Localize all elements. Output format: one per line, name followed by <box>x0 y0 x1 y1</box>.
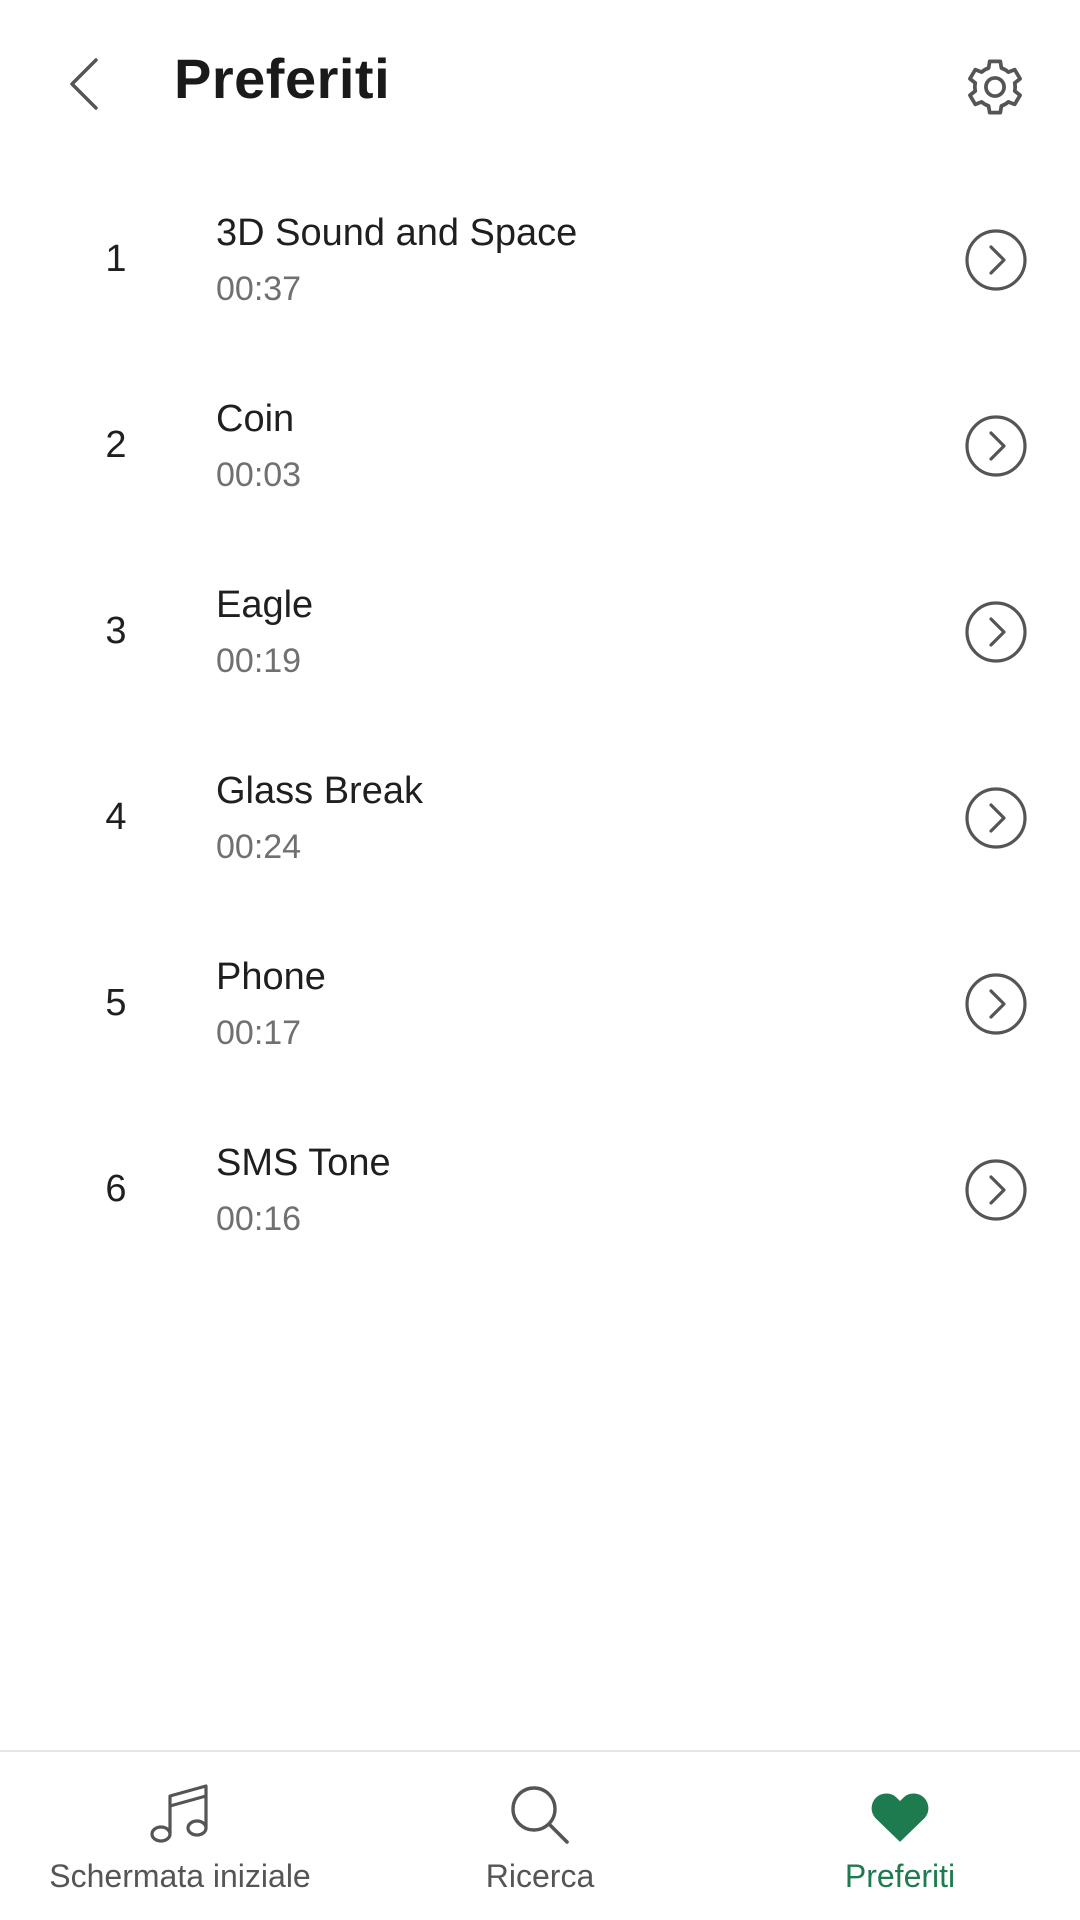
item-duration: 00:17 <box>216 1014 302 1052</box>
list-item[interactable]: 6 SMS Tone 00:16 <box>0 1116 1080 1302</box>
item-title: 3D Sound and Space <box>216 212 578 254</box>
music-note-icon <box>145 1780 215 1850</box>
nav-favorites[interactable]: Preferiti <box>760 1752 1040 1920</box>
nav-home[interactable]: Schermata iniziale <box>20 1752 340 1920</box>
gear-icon <box>968 59 1022 115</box>
item-index: 3 <box>105 610 127 652</box>
item-title: Coin <box>216 398 295 440</box>
chevron-right-circle-icon[interactable] <box>964 786 1028 850</box>
item-index: 1 <box>105 238 127 280</box>
settings-button[interactable] <box>960 52 1030 122</box>
chevron-right-circle-icon[interactable] <box>964 972 1028 1036</box>
item-index: 5 <box>105 982 127 1024</box>
item-index: 2 <box>105 424 127 466</box>
item-duration: 00:24 <box>216 828 302 866</box>
page-title: Preferiti <box>174 47 391 110</box>
nav-favorites-label: Preferiti <box>844 1858 956 1894</box>
item-index: 6 <box>105 1168 127 1210</box>
list-item[interactable]: 1 3D Sound and Space 00:37 <box>0 186 1080 372</box>
list-item[interactable]: 4 Glass Break 00:24 <box>0 744 1080 930</box>
nav-search[interactable]: Ricerca <box>400 1752 680 1920</box>
item-duration: 00:19 <box>216 642 302 680</box>
chevron-right-circle-icon[interactable] <box>964 228 1028 292</box>
item-title: Eagle <box>216 584 314 626</box>
item-duration: 00:37 <box>216 270 302 308</box>
nav-search-label: Ricerca <box>485 1858 595 1894</box>
app: Preferiti 1 3D Sound and Space 00:37 2 C… <box>0 0 1080 1920</box>
back-button[interactable] <box>54 52 114 116</box>
item-title: Glass Break <box>216 770 423 812</box>
chevron-left-icon <box>70 58 98 110</box>
search-icon <box>505 1780 575 1850</box>
header: Preferiti <box>0 0 1080 170</box>
item-index: 4 <box>105 796 127 838</box>
chevron-right-circle-icon[interactable] <box>964 414 1028 478</box>
item-title: SMS Tone <box>216 1142 391 1184</box>
chevron-right-circle-icon[interactable] <box>964 600 1028 664</box>
favorites-list: 1 3D Sound and Space 00:37 2 Coin 00:03 … <box>0 186 1080 1302</box>
item-duration: 00:16 <box>216 1200 302 1238</box>
item-duration: 00:03 <box>216 456 302 494</box>
bottom-navigation: Schermata iniziale Ricerca Preferiti <box>0 1750 1080 1920</box>
heart-icon <box>865 1780 935 1850</box>
item-title: Phone <box>216 956 326 998</box>
list-item[interactable]: 3 Eagle 00:19 <box>0 558 1080 744</box>
list-item[interactable]: 5 Phone 00:17 <box>0 930 1080 1116</box>
chevron-right-circle-icon[interactable] <box>964 1158 1028 1222</box>
list-item[interactable]: 2 Coin 00:03 <box>0 372 1080 558</box>
nav-home-label: Schermata iniziale <box>49 1858 311 1894</box>
